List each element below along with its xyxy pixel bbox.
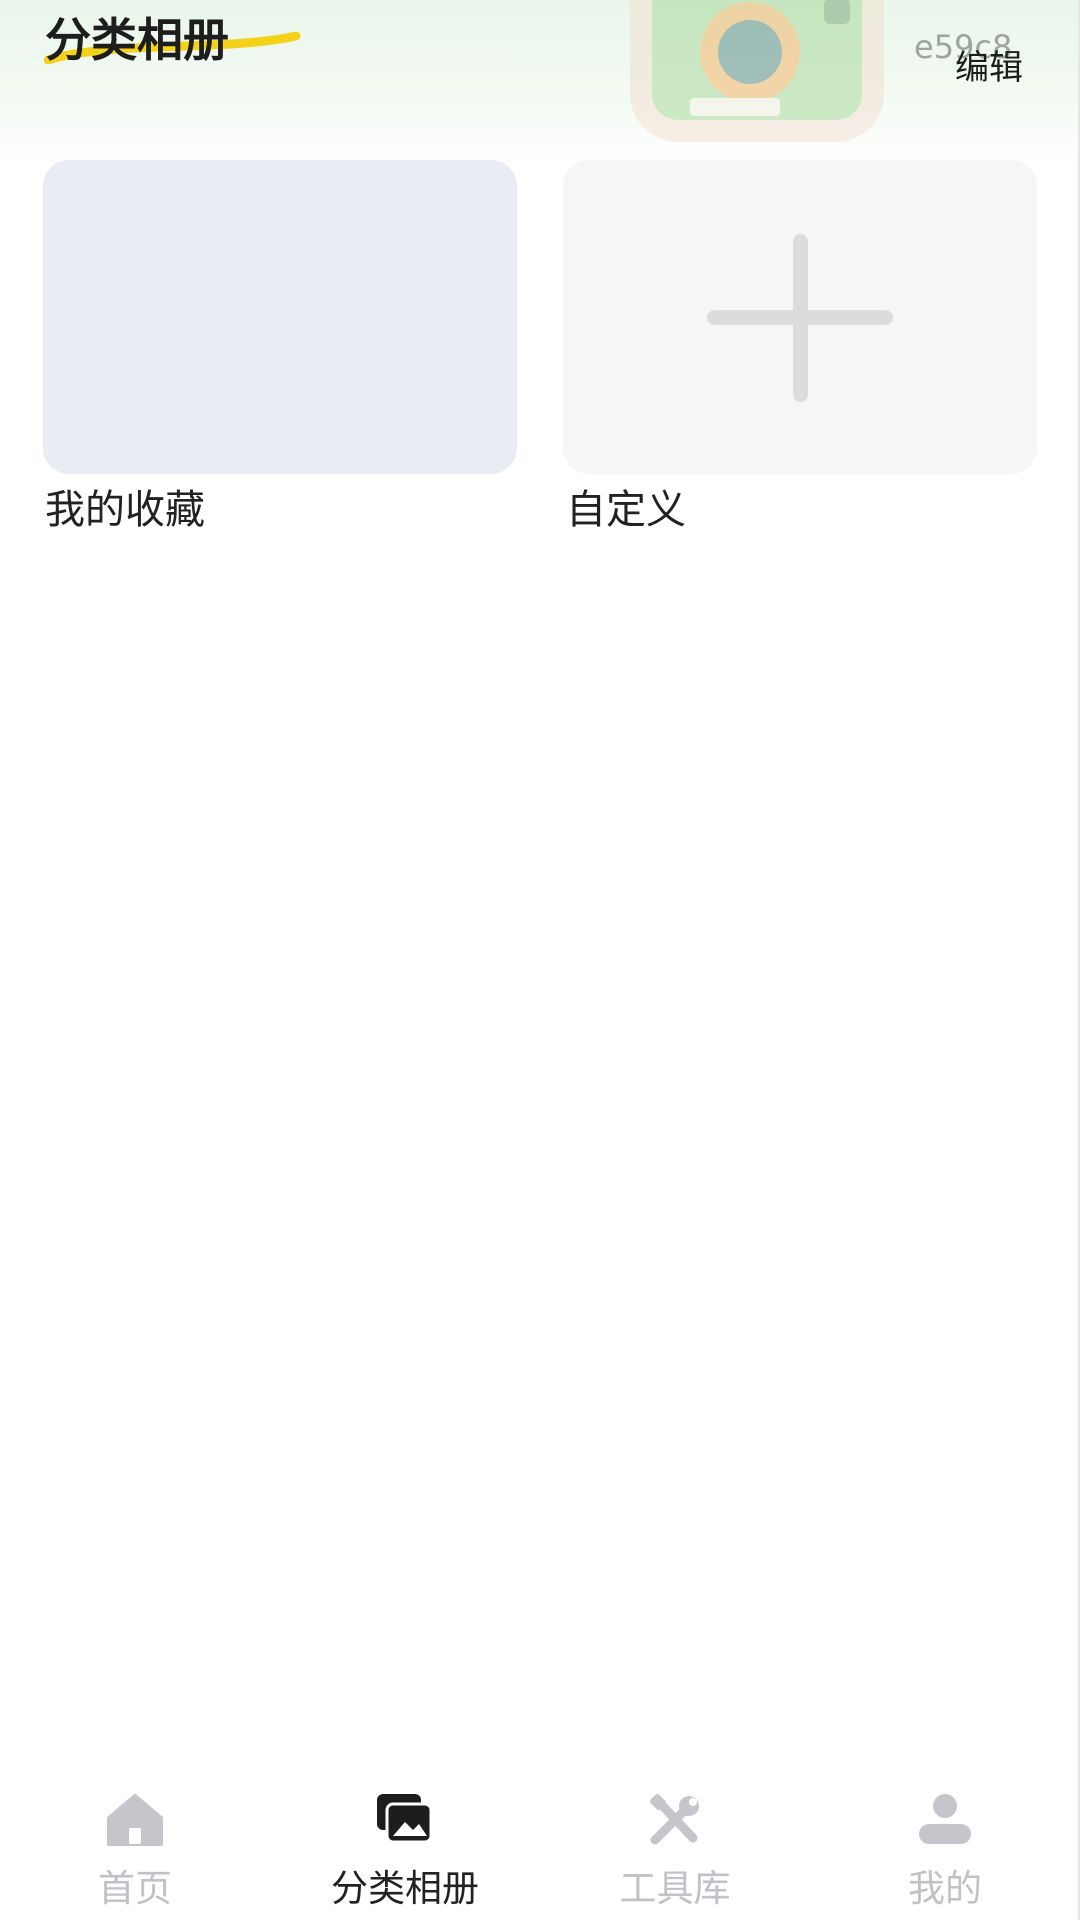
bottom-tab-bar: 首页 分类相册 工具库 我的 [0, 1770, 1080, 1920]
tab-profile[interactable]: 我的 [810, 1770, 1080, 1920]
tools-icon [650, 1794, 699, 1845]
album-label-custom: 自定义 [566, 487, 686, 533]
page-title: 分类相册 [45, 13, 229, 67]
tab-tools-label: 工具库 [619, 1867, 731, 1910]
person-icon [919, 1794, 971, 1844]
tab-tools[interactable]: 工具库 [540, 1770, 810, 1920]
album-label-favorites: 我的收藏 [45, 487, 205, 533]
album-card-add-custom[interactable] [563, 160, 1037, 474]
tab-albums-label: 分类相册 [331, 1867, 479, 1910]
album-card-favorites[interactable] [43, 160, 517, 474]
photo-album-icon [377, 1794, 433, 1844]
tab-albums[interactable]: 分类相册 [270, 1770, 540, 1920]
edit-button[interactable]: 编辑 [955, 40, 1023, 89]
camera-illustration [612, 0, 902, 160]
tab-home-label: 首页 [98, 1867, 172, 1910]
home-icon [107, 1794, 163, 1846]
tab-home[interactable]: 首页 [0, 1770, 270, 1920]
tab-profile-label: 我的 [908, 1867, 982, 1910]
